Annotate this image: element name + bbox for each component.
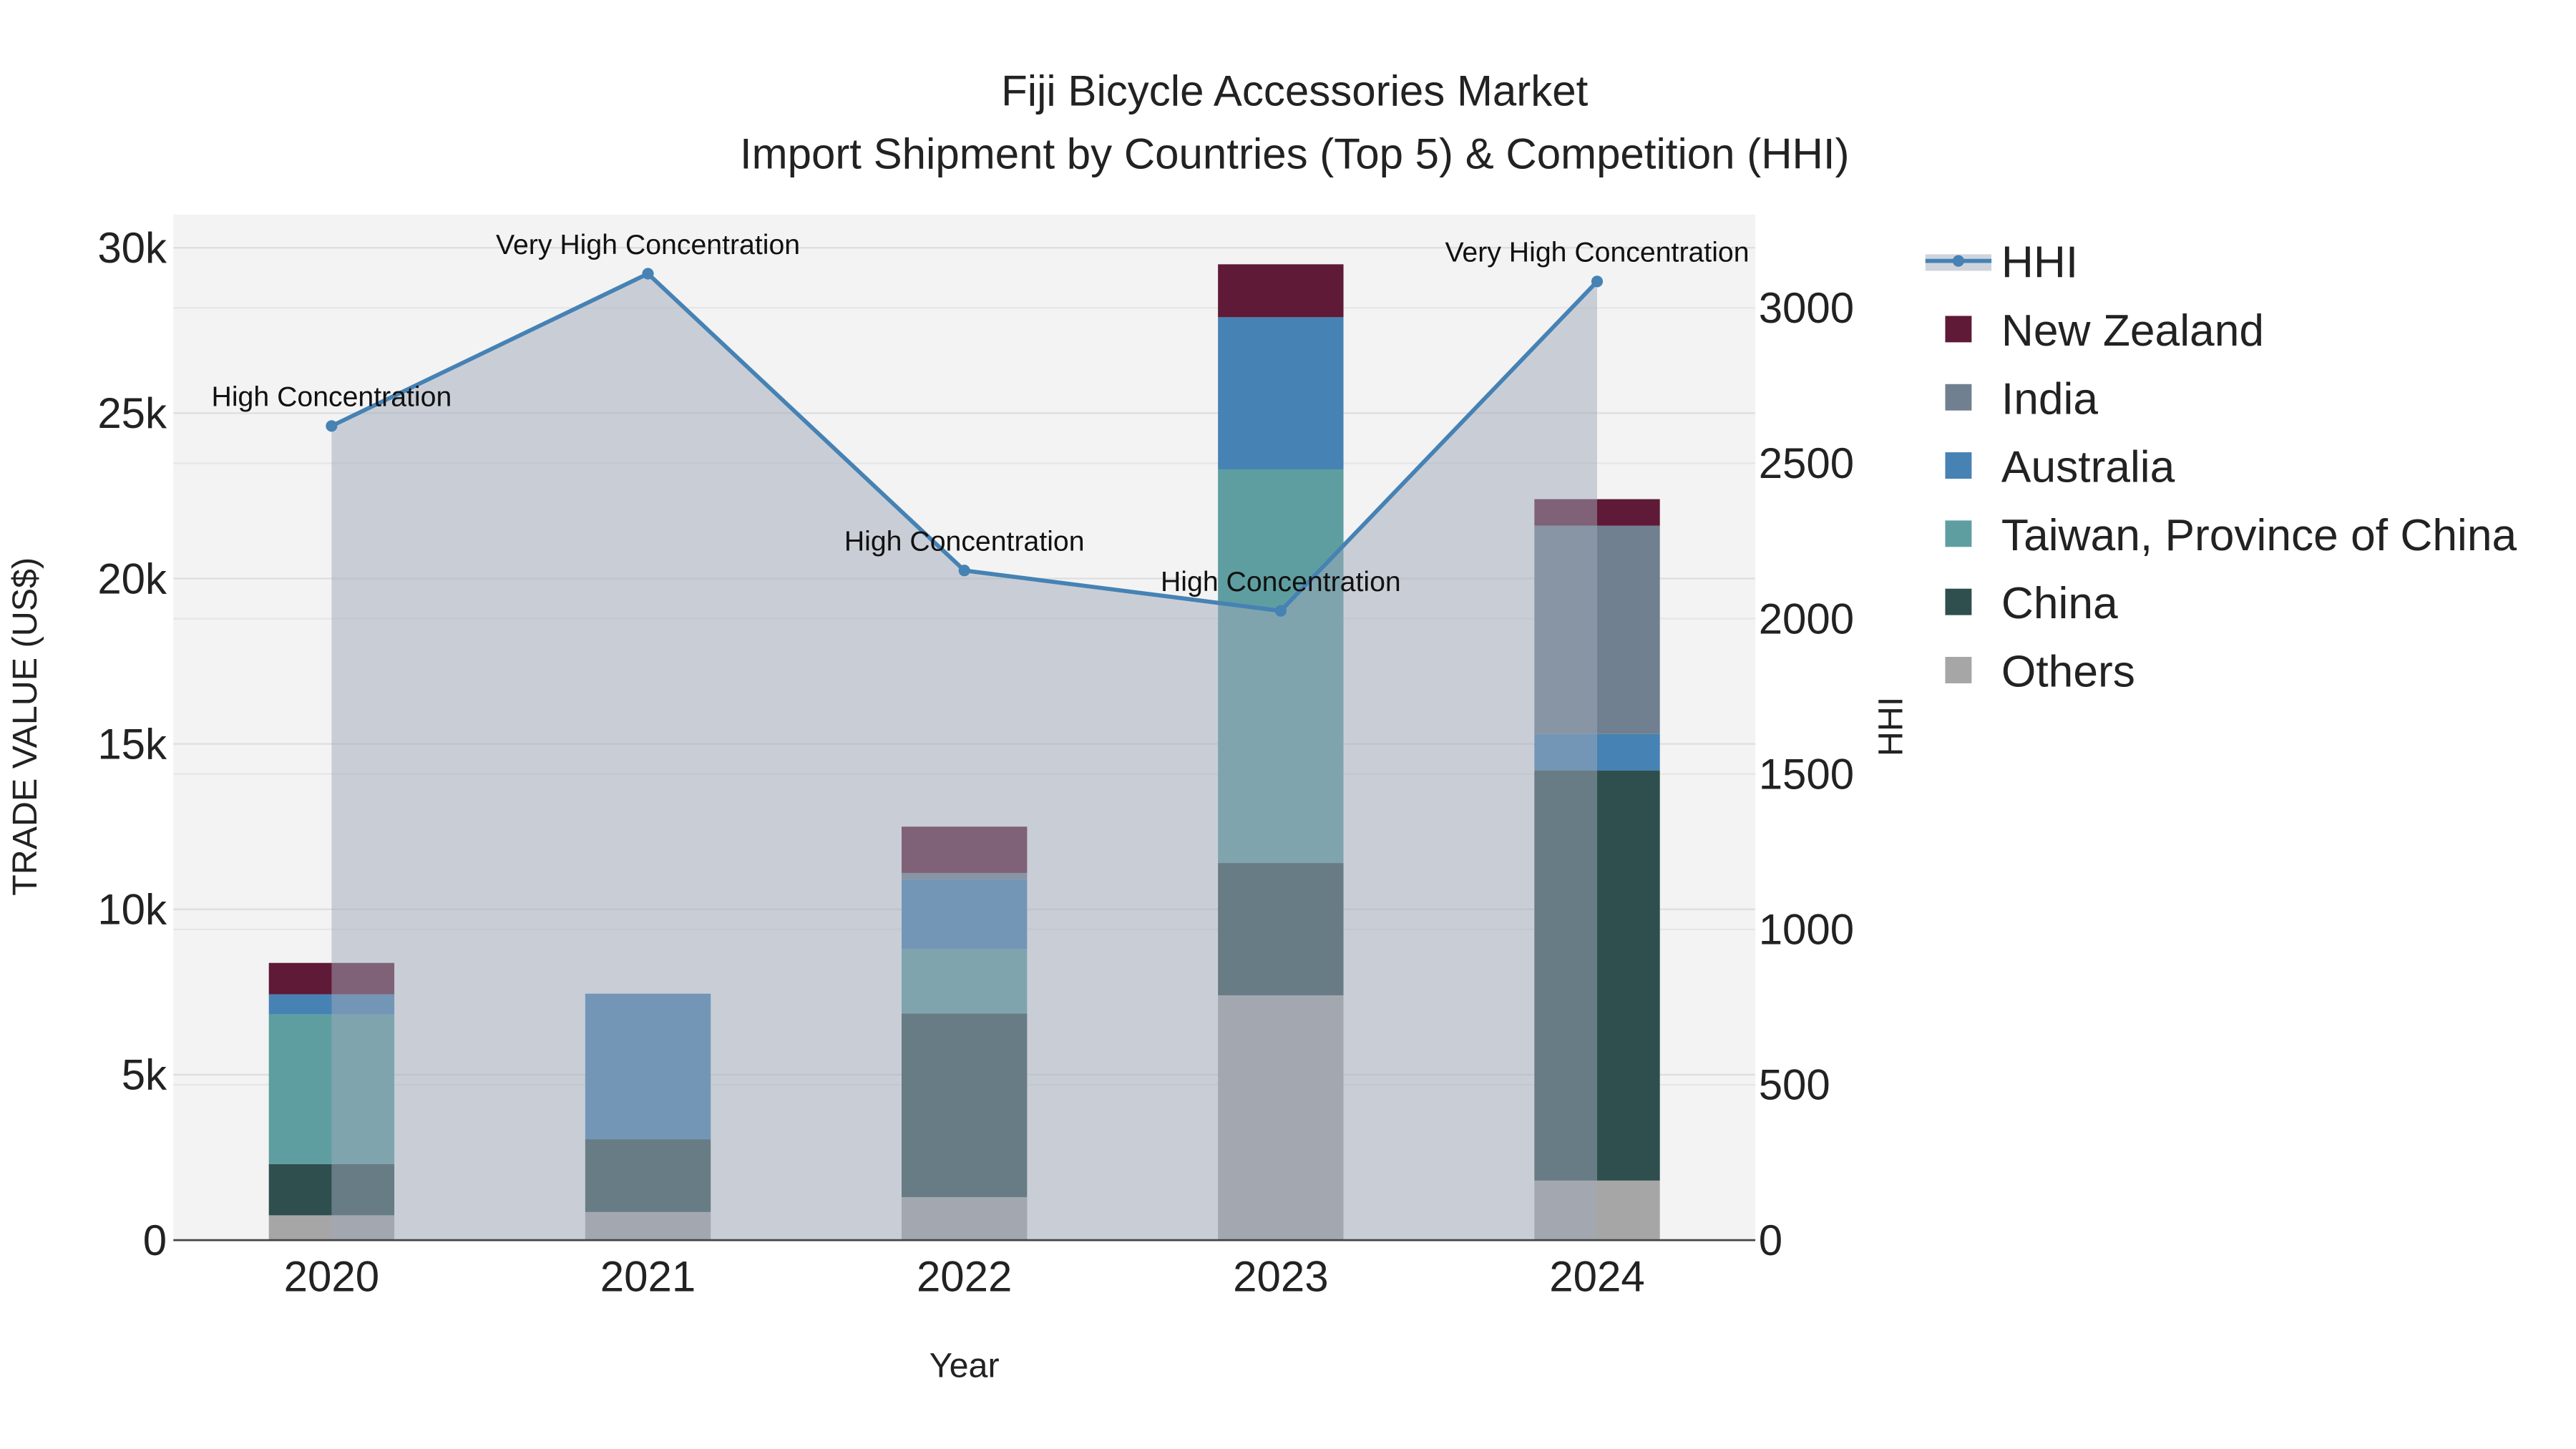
hhi-annotation: Very High Concentration xyxy=(1445,237,1749,268)
y2-axis-label: HHI xyxy=(1871,697,1910,756)
chart: High Concentration Very High Concentratio… xyxy=(6,67,2517,1385)
legend-item-india[interactable]: India xyxy=(1945,374,2098,424)
y-tick-label: 30k xyxy=(97,224,167,272)
hhi-point-2023 xyxy=(1274,605,1287,617)
legend-label: India xyxy=(2001,374,2098,424)
chart-title: Fiji Bicycle Accessories Market xyxy=(1001,67,1589,115)
legend-swatch xyxy=(1945,384,1972,411)
x-tick-label: 2022 xyxy=(917,1253,1012,1301)
x-tick-label: 2023 xyxy=(1233,1253,1328,1301)
y-tick-label: 5k xyxy=(122,1051,167,1099)
legend: HHI New Zealand India Australia Taiwan, Prov… xyxy=(1925,238,2517,697)
chart-subtitle: Import Shipment by Countries (Top 5) & C… xyxy=(740,130,1850,177)
y-tick-label: 10k xyxy=(97,886,167,934)
bar-new-zealand-2023 xyxy=(1218,264,1344,318)
legend-label: Others xyxy=(2001,648,2135,697)
legend-item-hhi[interactable]: HHI xyxy=(1925,238,2078,288)
y2-tick-label: 2000 xyxy=(1759,595,1854,643)
legend-item-others[interactable]: Others xyxy=(1945,648,2135,697)
y-tick-label: 15k xyxy=(97,720,167,768)
legend-label: New Zealand xyxy=(2001,306,2264,356)
legend-swatch-marker xyxy=(1952,255,1964,267)
y2-tick-label: 1500 xyxy=(1759,750,1854,798)
y2-tick-label: 1000 xyxy=(1759,906,1854,954)
y2-tick-label: 2500 xyxy=(1759,439,1854,487)
hhi-annotation: High Concentration xyxy=(1161,566,1401,597)
x-tick-label: 2021 xyxy=(600,1253,696,1301)
legend-item-new-zealand[interactable]: New Zealand xyxy=(1945,306,2264,356)
x-tick-label: 2020 xyxy=(284,1253,379,1301)
y-tick-label: 0 xyxy=(143,1216,167,1264)
legend-swatch xyxy=(1945,316,1972,343)
x-axis-label: Year xyxy=(930,1347,1000,1385)
hhi-annotation: High Concentration xyxy=(844,526,1085,557)
hhi-point-2022 xyxy=(958,565,970,577)
legend-label: Taiwan, Province of China xyxy=(2001,511,2517,560)
y2-tick-label: 0 xyxy=(1759,1216,1782,1264)
y-tick-label: 25k xyxy=(97,389,167,437)
legend-swatch xyxy=(1945,520,1972,547)
legend-label: Australia xyxy=(2001,443,2175,492)
legend-swatch xyxy=(1945,452,1972,479)
legend-label: China xyxy=(2001,579,2118,628)
x-tick-label: 2024 xyxy=(1549,1253,1644,1301)
legend-item-china[interactable]: China xyxy=(1945,579,2118,628)
bar-australia-2023 xyxy=(1218,317,1344,469)
legend-label: HHI xyxy=(2001,238,2078,288)
y2-tick-label: 500 xyxy=(1759,1061,1830,1109)
y2-tick-label: 3000 xyxy=(1759,284,1854,332)
hhi-annotation: Very High Concentration xyxy=(496,229,800,260)
hhi-point-2024 xyxy=(1591,275,1604,288)
legend-swatch xyxy=(1945,657,1972,683)
hhi-point-2021 xyxy=(642,268,654,280)
hhi-point-2020 xyxy=(326,420,338,432)
y-axis-label: TRADE VALUE (US$) xyxy=(6,557,44,896)
hhi-annotation: High Concentration xyxy=(212,381,452,413)
y-tick-label: 20k xyxy=(97,555,167,602)
legend-item-taiwan-province-of-china[interactable]: Taiwan, Province of China xyxy=(1945,511,2517,560)
legend-swatch xyxy=(1945,588,1972,615)
legend-item-australia[interactable]: Australia xyxy=(1945,443,2175,492)
